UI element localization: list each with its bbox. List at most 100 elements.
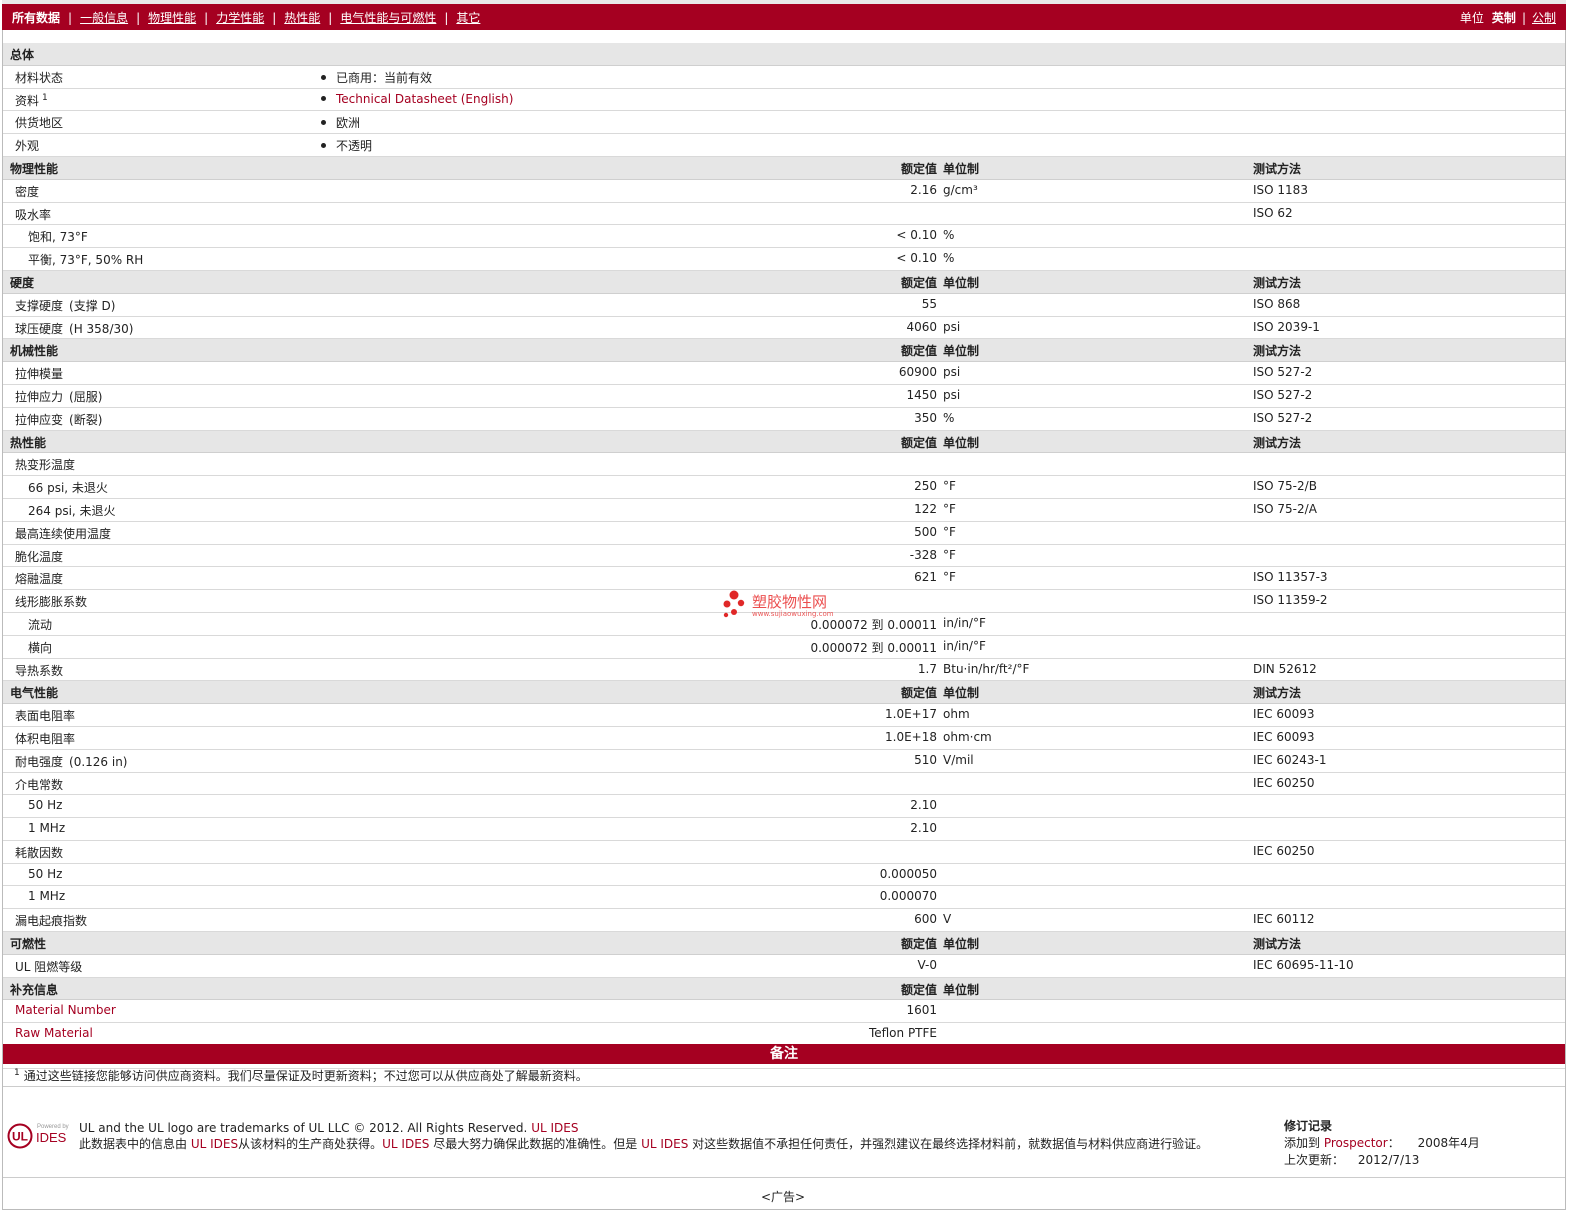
unit-metric-link[interactable]: 公制 — [1532, 9, 1556, 26]
tab-thermal[interactable]: 热性能 — [284, 9, 320, 26]
property-name-text: 热变形温度 — [15, 458, 76, 473]
property-name-text: 264 psi, 未退火 — [28, 503, 116, 518]
property-value: Technical Datasheet (English) — [321, 92, 513, 106]
tab-other[interactable]: 其它 — [456, 9, 480, 26]
unit: °F — [943, 570, 956, 585]
property-name: 漏电起痕指数 — [15, 912, 87, 929]
test-method: ISO 62 — [1253, 205, 1293, 220]
general-row: 资料 1 Technical Datasheet (English) — [3, 89, 1565, 112]
test-method: IEC 60093 — [1253, 729, 1315, 744]
datasheet-link[interactable]: Technical Datasheet (English) — [336, 92, 513, 106]
unit: psi — [943, 365, 961, 380]
unit: °F — [943, 501, 956, 516]
notes-header: 备注 — [3, 1044, 1565, 1064]
test-method: ISO 527-2 — [1253, 387, 1313, 402]
logo-ides: IDES — [36, 1130, 67, 1145]
datasheet-table: 总体 材料状态 已商用：当前有效 资料 1 Technical Datasheet (E… — [3, 43, 1565, 1069]
property-name-text: 密度 — [15, 184, 40, 199]
nominal-value: -328 — [909, 547, 937, 562]
section-title: 物理性能 — [10, 161, 59, 176]
nav-separator: | — [204, 10, 209, 25]
property-row: 拉伸应力 (屈服) 1450 psi ISO 527-2 — [3, 385, 1565, 408]
property-row: Raw Material Teflon PTFE — [3, 1023, 1565, 1047]
property-name-text: 拉伸模量 — [15, 367, 64, 382]
unit: ohm — [943, 707, 970, 722]
scrollbar[interactable] — [1568, 0, 1585, 1222]
unit: V — [943, 912, 952, 927]
updated-date: 2012/7/13 — [1357, 1153, 1420, 1167]
property-name: 熔融温度 — [15, 570, 63, 587]
property-name: 供货地区 — [15, 114, 63, 131]
unit: % — [943, 410, 955, 425]
ul-logo-icon: UL Powered by IDES — [7, 1123, 69, 1149]
property-name-text: 拉伸应力 — [15, 389, 64, 404]
header-unit: 单位制 — [943, 982, 980, 997]
ul-ides-link[interactable]: UL IDES — [531, 1121, 578, 1135]
header-unit: 单位制 — [943, 937, 980, 952]
property-row: 热变形温度 — [3, 453, 1565, 477]
property-name-text: 最高连续使用温度 — [15, 526, 112, 541]
general-row: 外观 不透明 — [3, 134, 1565, 157]
property-name: 拉伸应力 (屈服) — [15, 388, 102, 405]
nominal-value: 1.0E+17 — [885, 707, 937, 722]
property-value-text: 已商用：当前有效 — [336, 70, 433, 85]
property-name: 耐电强度 (0.126 in) — [15, 753, 128, 770]
test-method: IEC 60250 — [1253, 843, 1315, 858]
nav-separator: | — [444, 10, 449, 25]
tab-mechanical[interactable]: 力学性能 — [216, 9, 264, 26]
property-qualifier: (0.126 in) — [69, 754, 128, 769]
test-method: ISO 11359-2 — [1253, 593, 1328, 608]
added-colon: ： — [1387, 1136, 1400, 1150]
test-method: ISO 75-2/A — [1253, 501, 1317, 516]
nominal-value: 0.000070 — [879, 889, 937, 904]
property-name: 1 MHz — [28, 821, 65, 835]
property-name-text: 拉伸应变 — [15, 412, 64, 427]
header-method: 测试方法 — [1253, 344, 1302, 359]
property-row: Material Number 1601 — [3, 1000, 1565, 1024]
ul-ides-logo[interactable]: UL Powered by IDES — [7, 1120, 71, 1152]
nominal-value: 0.000072 到 0.00011 — [810, 640, 937, 655]
divider — [3, 1177, 1565, 1178]
ad-placeholder[interactable]: <广告> — [0, 1188, 1566, 1205]
property-name-text: 材料状态 — [15, 70, 64, 85]
section-header: 硬度 额定值 单位制 测试方法 — [3, 270, 1565, 294]
section-header: 可燃性 额定值 单位制 测试方法 — [3, 932, 1565, 955]
header-unit: 单位制 — [943, 344, 980, 359]
test-method: ISO 11357-3 — [1253, 570, 1328, 585]
ul-ides-link[interactable]: UL IDES — [191, 1137, 238, 1151]
tab-physical[interactable]: 物理性能 — [148, 9, 196, 26]
tab-electrical[interactable]: 电气性能与可燃性 — [340, 9, 436, 26]
test-method: IEC 60112 — [1253, 912, 1315, 927]
tab-all-data[interactable]: 所有数据 — [12, 9, 60, 26]
header-nominal: 额定值 — [900, 686, 937, 701]
property-row: 支撑硬度 (支撑 D) 55 ISO 868 — [3, 294, 1565, 317]
added-label: 添加到 — [1284, 1136, 1321, 1150]
header-unit: 单位制 — [943, 686, 980, 701]
unit: °F — [943, 524, 956, 539]
property-value-text: 不透明 — [336, 139, 373, 154]
ul-ides-link[interactable]: UL IDES — [641, 1137, 688, 1151]
header-unit: 单位制 — [943, 275, 980, 290]
tab-general-info[interactable]: 一般信息 — [80, 9, 128, 26]
property-row: 吸水率 ISO 62 — [3, 203, 1565, 226]
section-header: 热性能 额定值 单位制 测试方法 — [3, 430, 1565, 454]
test-method: ISO 527-2 — [1253, 410, 1313, 425]
test-method: ISO 75-2/B — [1253, 479, 1317, 494]
test-method: IEC 60093 — [1253, 707, 1315, 722]
property-name: 横向 — [28, 639, 52, 656]
nominal-value: < 0.10 — [896, 251, 937, 266]
nominal-value: 1.0E+18 — [885, 729, 937, 744]
trademark-text: UL and the UL logo are trademarks of UL … — [79, 1121, 528, 1135]
property-name: 外观 — [15, 137, 39, 154]
unit: psi — [943, 387, 961, 402]
property-name-text: 熔融温度 — [15, 572, 64, 587]
property-row: 1 MHz 0.000070 — [3, 886, 1565, 910]
ul-ides-link[interactable]: UL IDES — [382, 1137, 429, 1151]
prospector-link[interactable]: Prospector — [1324, 1136, 1388, 1150]
property-name-text: Material Number — [15, 1003, 116, 1018]
property-name: Material Number — [15, 1003, 116, 1017]
added-date: 2008年4月 — [1417, 1136, 1480, 1150]
property-name-text: 吸水率 — [15, 207, 52, 222]
nav-separator: | — [272, 10, 277, 25]
property-name: 表面电阻率 — [15, 707, 75, 724]
